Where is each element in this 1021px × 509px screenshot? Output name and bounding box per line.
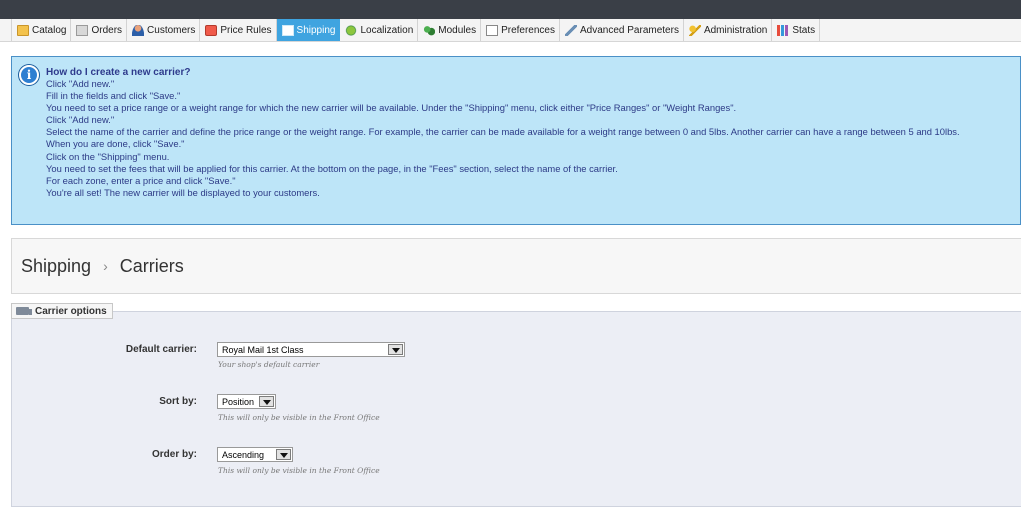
default-carrier-value: Royal Mail 1st Class xyxy=(222,344,304,355)
tab-catalog[interactable]: Catalog xyxy=(11,19,72,41)
help-title: How do I create a new carrier? xyxy=(46,67,191,78)
tab-modules[interactable]: Modules xyxy=(418,19,482,41)
top-bar xyxy=(0,0,1021,19)
info-icon: i xyxy=(19,65,39,85)
tab-administration[interactable]: Administration xyxy=(684,19,773,41)
chevron-down-icon[interactable] xyxy=(259,396,274,407)
shipping-icon xyxy=(281,24,294,36)
help-line: You need to set the fees that will be ap… xyxy=(46,162,618,174)
tab-label: Shipping xyxy=(296,24,336,36)
tab-customers[interactable]: Customers xyxy=(127,19,201,41)
customers-icon xyxy=(132,24,145,36)
order-by-value: Ascending xyxy=(222,449,265,460)
modules-icon xyxy=(423,24,436,36)
carrier-options-panel xyxy=(11,311,1021,507)
sort-by-value: Position xyxy=(222,396,255,407)
chevron-down-icon[interactable] xyxy=(388,344,403,355)
tab-label: Catalog xyxy=(32,24,67,36)
default-carrier-hint: Your shop's default carrier xyxy=(218,360,320,369)
stats-icon xyxy=(777,24,790,36)
default-carrier-label: Default carrier: xyxy=(125,344,197,355)
sort-by-select[interactable]: Position xyxy=(217,394,276,409)
help-line: For each zone, enter a price and click "… xyxy=(46,174,236,186)
price-rules-icon xyxy=(205,24,218,36)
breadcrumb-parent[interactable]: Shipping xyxy=(21,256,91,277)
legend-label: Carrier options xyxy=(35,305,107,317)
preferences-icon xyxy=(486,24,499,36)
folder-icon xyxy=(17,24,29,36)
default-carrier-select[interactable]: Royal Mail 1st Class xyxy=(217,342,405,357)
help-box: i How do I create a new carrier? Click "… xyxy=(11,56,1021,225)
advanced-parameters-icon xyxy=(565,24,577,36)
orders-icon xyxy=(76,24,89,36)
tab-label: Localization xyxy=(360,24,414,36)
tab-stats[interactable]: Stats xyxy=(772,19,821,41)
help-line: Click "Add new." xyxy=(46,78,115,89)
administration-icon xyxy=(688,24,701,36)
sort-by-hint: This will only be visible in the Front O… xyxy=(218,413,380,422)
tab-label: Customers xyxy=(147,24,196,36)
help-line: Fill in the fields and click "Save." xyxy=(46,90,181,102)
chevron-down-icon[interactable] xyxy=(276,449,291,460)
tab-label: Stats xyxy=(792,24,816,36)
tab-label: Orders xyxy=(91,24,123,36)
page-heading: Shipping › Carriers xyxy=(11,238,1021,294)
help-line: You need to set a price range or a weigh… xyxy=(46,102,737,114)
breadcrumb-separator-icon: › xyxy=(103,258,108,274)
order-by-label: Order by: xyxy=(151,449,197,460)
tab-label: Preferences xyxy=(501,24,555,36)
carrier-options-legend: Carrier options xyxy=(11,303,113,319)
tab-label: Administration xyxy=(703,24,768,36)
tab-advanced-parameters[interactable]: Advanced Parameters xyxy=(560,19,684,41)
help-line: When you are done, click "Save." xyxy=(46,138,185,150)
tab-localization[interactable]: Localization xyxy=(340,19,419,41)
help-line: You're all set! The new carrier will be … xyxy=(46,186,320,198)
page-title: Carriers xyxy=(119,255,184,276)
main-menu: Catalog Orders Customers Price Rules Shi… xyxy=(0,19,1021,42)
tab-shipping[interactable]: Shipping xyxy=(276,19,341,41)
tab-price-rules[interactable]: Price Rules xyxy=(200,19,277,41)
tab-preferences[interactable]: Preferences xyxy=(481,19,560,41)
order-by-hint: This will only be visible in the Front O… xyxy=(218,466,380,475)
help-line: Click on the "Shipping" menu. xyxy=(46,150,170,162)
order-by-select[interactable]: Ascending xyxy=(217,447,293,462)
tab-label: Advanced Parameters xyxy=(580,24,679,36)
truck-icon xyxy=(16,307,32,315)
tab-label: Price Rules xyxy=(220,24,272,36)
help-line: Click "Add new." xyxy=(46,114,115,126)
tab-label: Modules xyxy=(438,24,477,36)
sort-by-label: Sort by: xyxy=(159,396,197,407)
help-line: Select the name of the carrier and defin… xyxy=(46,126,960,138)
tab-orders[interactable]: Orders xyxy=(71,19,128,41)
localization-icon xyxy=(345,24,358,36)
